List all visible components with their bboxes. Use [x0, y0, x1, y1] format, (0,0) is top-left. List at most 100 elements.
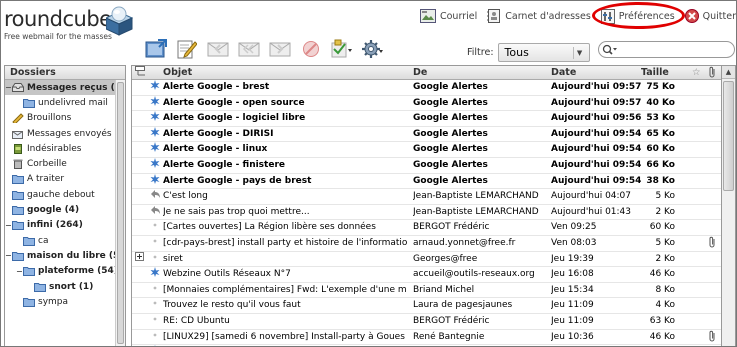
message-row[interactable]: Alerte Google - pays de brest Google Aler…: [132, 173, 721, 190]
message-row[interactable]: [Monnaies complémentaires] Fwd: L'exempl…: [132, 283, 721, 299]
collapse-toggle-icon[interactable]: −: [5, 83, 12, 92]
message-row[interactable]: [Cartes ouvertes] La Région libère ses d…: [132, 220, 721, 236]
message-row[interactable]: siret Georges@free Jeu 19:39 2 Ko: [132, 251, 721, 268]
message-date: Aujourd'hui 04:07: [551, 191, 632, 202]
folder-scrollbar-thumb[interactable]: [117, 82, 124, 344]
folder-icon: [23, 297, 35, 307]
column-from[interactable]: De: [413, 66, 427, 80]
reply-button[interactable]: [206, 38, 229, 60]
message-subject[interactable]: [LINUX29] [samedi 6 novembre] Install-pa…: [163, 330, 411, 345]
nav-quit[interactable]: Quitter: [684, 9, 736, 23]
settings-gear-button[interactable]: [361, 38, 384, 60]
message-subject[interactable]: Je ne sais pas trop quoi mettre...: [163, 205, 411, 220]
folder-item-label: Corbeille: [27, 159, 67, 170]
app-window: roundcube Free webmail for the masses Co…: [0, 0, 737, 347]
search-input[interactable]: [620, 43, 730, 56]
message-row[interactable]: Alerte Google - finistere Google Alertes A…: [132, 157, 721, 174]
message-row[interactable]: Webzine Outils Réseaux N°7 accueil@outils…: [132, 267, 721, 283]
message-size: 8 Ko: [655, 284, 675, 295]
scroll-up-arrow-icon[interactable]: ▲: [722, 66, 735, 79]
thread-toggle-icon[interactable]: [135, 66, 147, 81]
forward-button[interactable]: [268, 38, 291, 60]
flag-column-star-icon[interactable]: ☆: [692, 66, 701, 80]
folder-item[interactable]: − maison du libre (57): [5, 248, 125, 263]
mark-button[interactable]: [330, 38, 353, 60]
message-date: Aujourd'hui 09:54: [551, 175, 641, 186]
collapse-toggle-icon[interactable]: −: [5, 221, 12, 230]
message-list-scrollbar-thumb[interactable]: [723, 81, 734, 191]
message-subject[interactable]: siret: [163, 252, 411, 267]
folder-item[interactable]: Messages envoyés: [5, 126, 125, 141]
folder-item[interactable]: − infini (264): [5, 218, 125, 233]
filter-select[interactable]: Tous ▼: [497, 43, 590, 62]
search-box[interactable]: [598, 41, 735, 58]
folder-item[interactable]: Corbeille: [5, 156, 125, 171]
nav-addressbook[interactable]: Carnet d'adresses: [487, 9, 591, 23]
message-row[interactable]: RE: CD Ubuntu BERGOT Frédéric Jeu 11:09 63 …: [132, 314, 721, 330]
message-subject[interactable]: Webzine Outils Réseaux N°7: [163, 267, 411, 282]
nav-preferences-label: Préférences: [618, 10, 675, 22]
message-from: Google Alertes: [413, 144, 488, 155]
message-from: Jean-Baptiste LEMARCHAND: [413, 191, 539, 202]
message-row[interactable]: Alerte Google - brest Google Alertes Aujou…: [132, 80, 721, 96]
folder-item[interactable]: − plateforme (54): [5, 264, 125, 279]
message-row[interactable]: C'est long Jean-Baptiste LEMARCHAND Aujour…: [132, 189, 721, 205]
message-row[interactable]: Alerte Google - open source Google Alerte…: [132, 95, 721, 112]
folder-item[interactable]: Indésirables: [5, 141, 125, 156]
message-list-scrollbar[interactable]: ▲: [722, 65, 736, 346]
message-subject[interactable]: [cdr-pays-brest] install party et histoi…: [163, 236, 411, 251]
message-subject[interactable]: Trouvez le resto qu'il vous faut: [163, 298, 411, 313]
reply-all-button[interactable]: [237, 38, 260, 60]
message-row[interactable]: [LINUX29] [samedi 6 novembre] Install-pa…: [132, 330, 721, 346]
message-subject[interactable]: RE: CD Ubuntu: [163, 314, 411, 329]
column-subject[interactable]: Objet: [163, 66, 192, 80]
message-date: Aujourd'hui 09:56: [551, 113, 641, 124]
message-row[interactable]: Alerte Google - linux Google Alertes Aujou…: [132, 142, 721, 158]
folder-item[interactable]: sympa: [5, 294, 125, 309]
folder-item[interactable]: ca: [5, 233, 125, 248]
message-row[interactable]: [cdr-pays-brest] install party et histoi…: [132, 236, 721, 252]
folder-item[interactable]: − Messages reçus (310): [5, 80, 125, 96]
message-subject[interactable]: [Monnaies complémentaires] Fwd: L'exempl…: [163, 283, 411, 298]
folder-item[interactable]: snort (1): [5, 279, 125, 294]
folder-item[interactable]: gauche debout: [5, 187, 125, 202]
message-subject[interactable]: Alerte Google - pays de brest: [163, 174, 411, 189]
forward-icon: [269, 42, 290, 57]
folder-item[interactable]: Brouillons: [5, 111, 125, 126]
replied-icon: [150, 205, 160, 221]
collapse-toggle-icon[interactable]: −: [16, 267, 23, 276]
message-subject[interactable]: Alerte Google - finistere: [163, 158, 411, 173]
folder-icon: [12, 190, 24, 200]
folder-item[interactable]: google (4): [5, 202, 125, 217]
message-row[interactable]: Trouvez le resto qu'il vous faut Laura de…: [132, 298, 721, 314]
message-row[interactable]: Alerte Google - DIRISI Google Alertes Aujo…: [132, 126, 721, 143]
compose-button[interactable]: [175, 38, 198, 60]
column-size[interactable]: Taille: [641, 66, 669, 80]
message-subject[interactable]: Alerte Google - DIRISI: [163, 127, 411, 142]
nav-quit-label: Quitter: [702, 10, 736, 22]
message-subject[interactable]: Alerte Google - linux: [163, 142, 411, 157]
message-subject[interactable]: Alerte Google - logiciel libre: [163, 111, 411, 126]
message-row[interactable]: Je ne sais pas trop quoi mettre... Jean-B…: [132, 205, 721, 221]
unread-star-icon: [150, 126, 160, 143]
folder-item[interactable]: undelivred mail: [5, 95, 125, 110]
column-date[interactable]: Date: [551, 66, 576, 80]
folder-item[interactable]: A traiter: [5, 172, 125, 187]
message-subject[interactable]: [Cartes ouvertes] La Région libère ses d…: [163, 220, 411, 235]
folder-scrollbar[interactable]: [115, 80, 125, 346]
drafts-icon: [12, 113, 24, 124]
check-mail-button[interactable]: [144, 38, 167, 60]
nav-preferences[interactable]: Préférences: [600, 8, 675, 24]
folder-item-label: infini (264): [27, 220, 83, 231]
message-from: René Bantegnie: [413, 331, 485, 342]
logo-tagline: Free webmail for the masses: [4, 32, 112, 41]
expand-thread-icon[interactable]: [135, 251, 145, 267]
message-subject[interactable]: Alerte Google - open source: [163, 96, 411, 111]
delete-button[interactable]: [299, 38, 322, 60]
collapse-toggle-icon[interactable]: −: [5, 251, 12, 260]
message-subject[interactable]: C'est long: [163, 189, 411, 204]
message-row[interactable]: Alerte Google - logiciel libre Google Ale…: [132, 111, 721, 127]
message-from: Laura de pagesjaunes: [413, 300, 513, 311]
message-subject[interactable]: Alerte Google - brest: [163, 80, 411, 95]
nav-mail[interactable]: Courriel: [419, 9, 477, 23]
